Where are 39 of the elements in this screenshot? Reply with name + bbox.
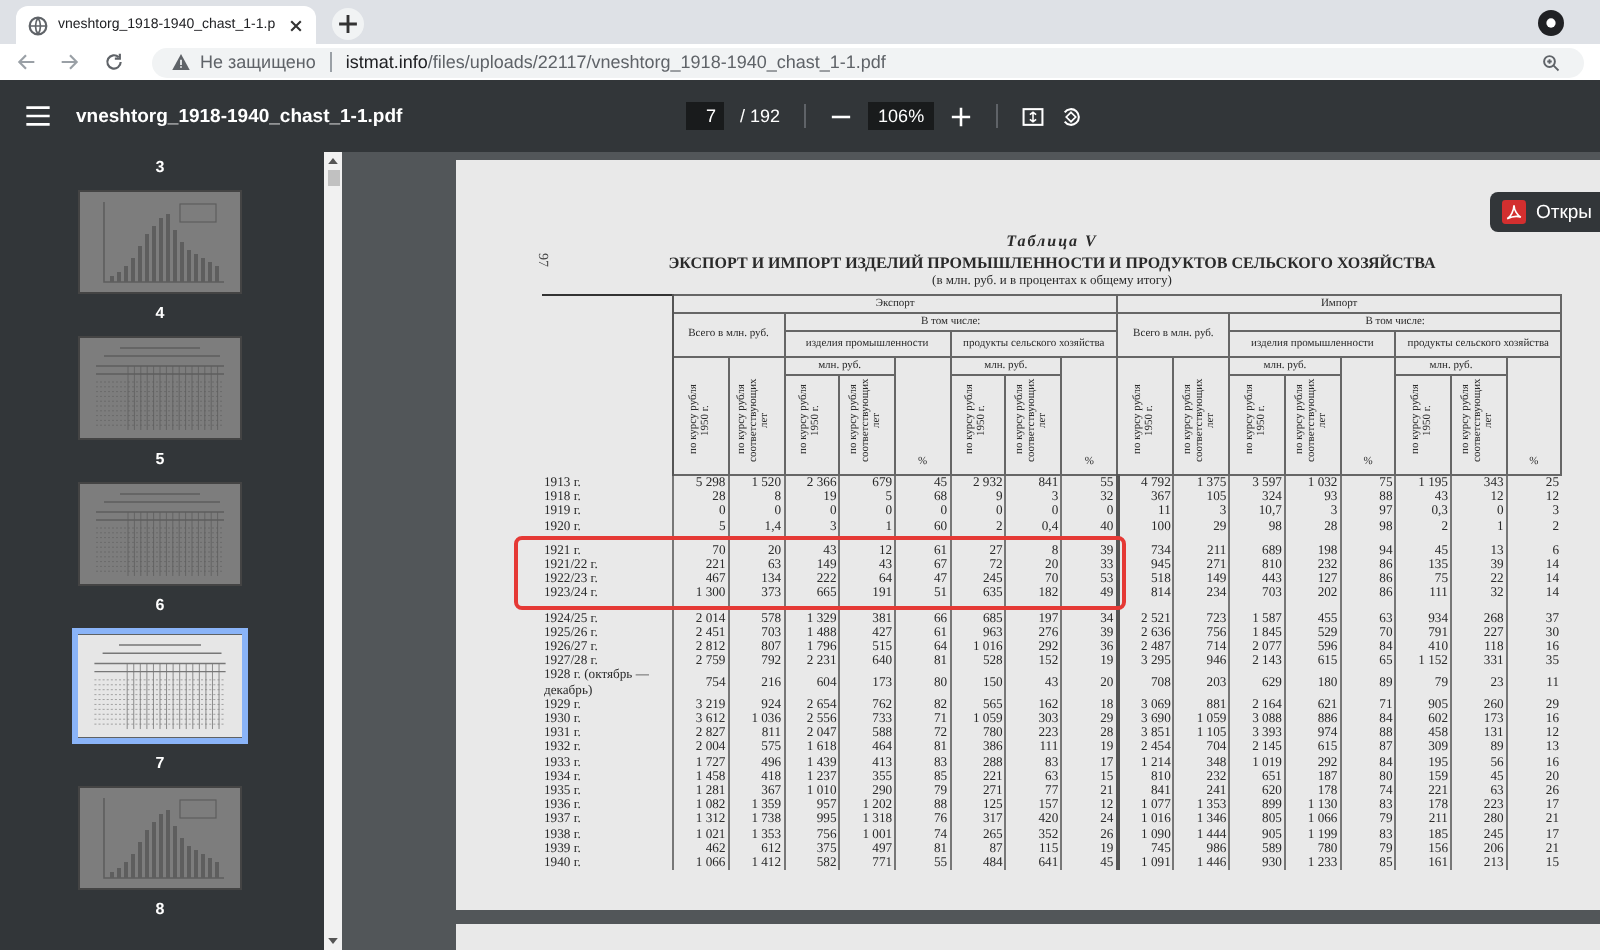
page-number-field[interactable]: 7: [686, 102, 725, 130]
back-arrow-icon[interactable]: [16, 52, 36, 72]
table-caption: Таблица V: [1006, 232, 1098, 250]
security-label: Не защищено: [200, 52, 316, 72]
menu-icon[interactable]: [26, 106, 50, 126]
page-label: 8: [155, 900, 165, 918]
address-bar[interactable]: Не защищено istmat.info/files/uploads/22117/vneshtorg_1918-1940_chast_1-1.pdf: [152, 47, 1584, 77]
open-button[interactable]: Откры: [1489, 192, 1600, 232]
page-label: 6: [155, 596, 165, 614]
reload-icon[interactable]: [104, 52, 124, 72]
page-thumbnail[interactable]: [78, 786, 242, 890]
warning-icon: [172, 54, 190, 70]
zoom-field[interactable]: 106%: [868, 102, 935, 130]
pdf-icon: [1501, 200, 1526, 224]
page-thumbnail[interactable]: [78, 190, 242, 294]
plus-icon[interactable]: [950, 105, 973, 127]
page-thumbnail[interactable]: [78, 482, 242, 586]
page-count: / 192: [740, 106, 781, 126]
page-thumbnail[interactable]: [78, 336, 242, 440]
fit-page-icon[interactable]: [1022, 105, 1045, 127]
magnifier-icon[interactable]: [1542, 53, 1560, 71]
globe-icon: [28, 15, 48, 35]
rotate-icon[interactable]: [1060, 105, 1083, 127]
url-text: istmat.info/files/uploads/22117/vneshtorg_1918-1940_chast_1-1.pdf: [345, 52, 886, 72]
page-label: 5: [155, 450, 165, 468]
profile-icon[interactable]: [1538, 10, 1564, 36]
triangle-up-icon[interactable]: [328, 158, 338, 164]
table-title: ЭКСПОРТ И ИМПОРТ ИЗДЕЛИЙ ПРОМЫШЛЕННОСТИ И ПРОДУКТОВ СЕЛЬСКОГО ХОЗЯЙСТВА: [668, 254, 1436, 272]
page-label: 7: [155, 754, 165, 772]
document-title: vneshtorg_1918-1940_chast_1-1.pdf: [76, 105, 403, 127]
plus-icon[interactable]: [332, 8, 364, 40]
page-label: 3: [155, 158, 165, 176]
scrollbar[interactable]: [324, 152, 342, 950]
page-label: 4: [155, 304, 165, 322]
scrollbar-thumb[interactable]: [327, 170, 339, 186]
page-thumbnail[interactable]: [72, 628, 248, 744]
triangle-down-icon[interactable]: [328, 938, 338, 944]
forward-arrow-icon[interactable]: [60, 52, 80, 72]
close-icon[interactable]: [288, 17, 304, 33]
